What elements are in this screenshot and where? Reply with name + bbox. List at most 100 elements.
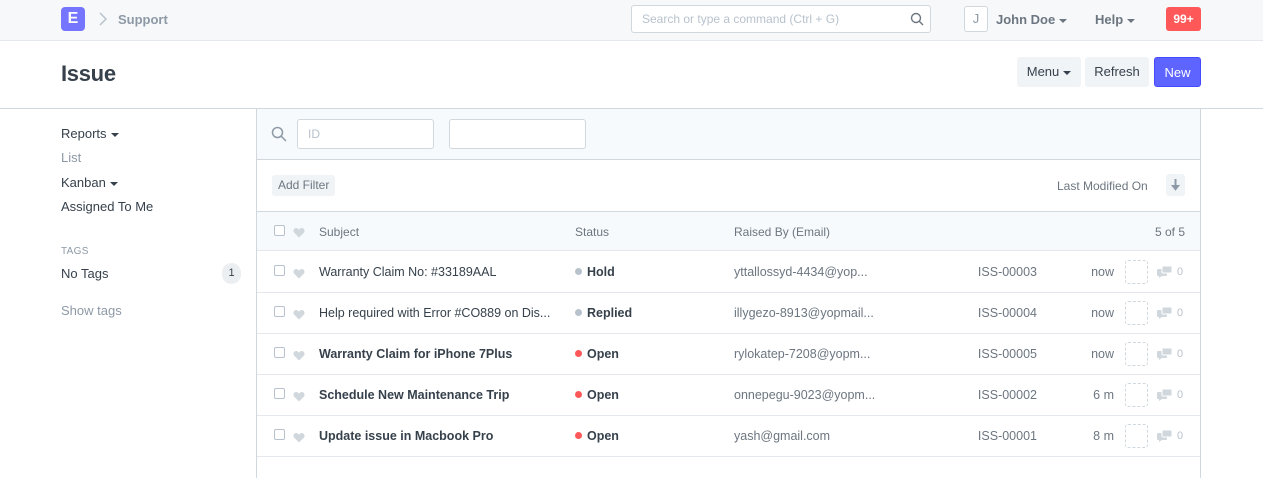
tags-heading: TAGS bbox=[61, 246, 89, 257]
row-subject-link[interactable]: Help required with Error #CO889 on Dis..… bbox=[319, 306, 559, 320]
status-label: Hold bbox=[587, 265, 615, 279]
sidebar-item-label: Kanban bbox=[61, 175, 106, 190]
app-logo[interactable]: E bbox=[61, 7, 85, 31]
row-modified-time: 6 m bbox=[1093, 388, 1114, 402]
page-head: Issue Menu Refresh New bbox=[0, 41, 1263, 109]
row-checkbox[interactable] bbox=[274, 306, 285, 317]
chevron-right-icon bbox=[99, 12, 108, 26]
row-subject-link[interactable]: Schedule New Maintenance Trip bbox=[319, 388, 559, 402]
sidebar-item-assigned-to-me[interactable]: Assigned To Me bbox=[61, 199, 153, 214]
row-issue-id[interactable]: ISS-00004 bbox=[957, 306, 1037, 320]
breadcrumb-support[interactable]: Support bbox=[118, 12, 168, 27]
help-menu[interactable]: Help bbox=[1095, 12, 1136, 27]
id-filter-input[interactable] bbox=[298, 120, 433, 148]
search-icon[interactable] bbox=[910, 12, 924, 26]
show-tags-link[interactable]: Show tags bbox=[61, 303, 122, 318]
row-comment-count: 0 bbox=[1177, 266, 1184, 278]
caret-down-icon bbox=[1063, 70, 1072, 75]
assign-avatar-placeholder[interactable] bbox=[1125, 301, 1148, 325]
sidebar-item-reports[interactable]: Reports bbox=[61, 126, 119, 141]
status-indicator-icon bbox=[575, 309, 582, 317]
column-header-raised-by: Raised By (Email) bbox=[734, 225, 831, 239]
row-comment-count: 0 bbox=[1177, 348, 1184, 360]
sidebar-item-kanban[interactable]: Kanban bbox=[61, 175, 118, 190]
notifications-badge[interactable]: 99+ bbox=[1166, 7, 1201, 31]
row-subject-link[interactable]: Warranty Claim for iPhone 7Plus bbox=[319, 347, 559, 361]
status-label: Open bbox=[587, 388, 619, 402]
comment-icon bbox=[1157, 389, 1173, 401]
caret-down-icon bbox=[1127, 18, 1136, 23]
row-status: Open bbox=[575, 347, 619, 361]
row-issue-id[interactable]: ISS-00002 bbox=[957, 388, 1037, 402]
sort-descending-icon bbox=[1171, 179, 1180, 191]
assign-avatar-placeholder[interactable] bbox=[1125, 342, 1148, 366]
id-filter-field[interactable] bbox=[297, 119, 434, 149]
status-indicator-icon bbox=[575, 391, 582, 399]
row-comment-count: 0 bbox=[1177, 430, 1184, 442]
row-subject-link[interactable]: Warranty Claim No: #33189AAL bbox=[319, 265, 559, 279]
list-panel: Add Filter Last Modified On Subject Stat… bbox=[256, 109, 1201, 478]
search-icon bbox=[271, 126, 287, 142]
user-menu[interactable]: John Doe bbox=[996, 12, 1068, 27]
row-raised-by: yttallossyd-4434@yop... bbox=[734, 265, 868, 279]
sidebar-item-no-tags[interactable]: No Tags bbox=[61, 266, 108, 281]
row-checkbox[interactable] bbox=[274, 347, 285, 358]
row-issue-id[interactable]: ISS-00001 bbox=[957, 429, 1037, 443]
row-status: Hold bbox=[575, 265, 615, 279]
caret-down-icon bbox=[110, 132, 119, 137]
sidebar-item-list[interactable]: List bbox=[61, 150, 81, 165]
heart-icon[interactable] bbox=[293, 391, 305, 402]
select-all-checkbox[interactable] bbox=[274, 225, 285, 236]
row-issue-id[interactable]: ISS-00005 bbox=[957, 347, 1037, 361]
secondary-filter-field[interactable] bbox=[449, 119, 586, 149]
assign-avatar-placeholder[interactable] bbox=[1125, 424, 1148, 448]
status-label: Replied bbox=[587, 306, 633, 320]
menu-button-label: Menu bbox=[1026, 64, 1060, 79]
comment-icon bbox=[1157, 307, 1173, 319]
search-input[interactable] bbox=[632, 6, 902, 32]
list-row[interactable]: Update issue in Macbook Pro Open yash@gmai… bbox=[257, 416, 1200, 457]
refresh-button[interactable]: Refresh bbox=[1085, 57, 1149, 87]
row-modified-time: now bbox=[1091, 347, 1114, 361]
list-row[interactable]: Help required with Error #CO889 on Dis..… bbox=[257, 293, 1200, 334]
status-label: Open bbox=[587, 429, 619, 443]
assign-avatar-placeholder[interactable] bbox=[1125, 383, 1148, 407]
row-comment-count: 0 bbox=[1177, 389, 1184, 401]
filter-bar bbox=[257, 109, 1200, 160]
assign-avatar-placeholder[interactable] bbox=[1125, 260, 1148, 284]
row-issue-id[interactable]: ISS-00003 bbox=[957, 265, 1037, 279]
add-filter-button[interactable]: Add Filter bbox=[272, 175, 336, 196]
list-row[interactable]: Warranty Claim for iPhone 7Plus Open rylok… bbox=[257, 334, 1200, 375]
comment-icon bbox=[1157, 266, 1173, 278]
heart-icon[interactable] bbox=[293, 350, 305, 361]
row-checkbox[interactable] bbox=[274, 429, 285, 440]
row-modified-time: now bbox=[1091, 265, 1114, 279]
tag-count-badge: 1 bbox=[222, 263, 241, 284]
row-subject-link[interactable]: Update issue in Macbook Pro bbox=[319, 429, 559, 443]
avatar[interactable]: J bbox=[964, 6, 988, 32]
heart-icon[interactable] bbox=[293, 227, 305, 238]
row-checkbox[interactable] bbox=[274, 388, 285, 399]
secondary-filter-input[interactable] bbox=[450, 120, 585, 148]
heart-icon[interactable] bbox=[293, 309, 305, 320]
list-row[interactable]: Schedule New Maintenance Trip Open onnepeg… bbox=[257, 375, 1200, 416]
list-count: 5 of 5 bbox=[1154, 225, 1185, 239]
heart-icon[interactable] bbox=[293, 432, 305, 443]
row-modified-time: now bbox=[1091, 306, 1114, 320]
row-status: Open bbox=[575, 388, 619, 402]
row-raised-by: illygezo-8913@yopmail... bbox=[734, 306, 874, 320]
navbar: E Support J John Doe Help 99+ bbox=[0, 0, 1263, 41]
new-button[interactable]: New bbox=[1154, 57, 1201, 87]
heart-icon[interactable] bbox=[293, 268, 305, 279]
row-checkbox[interactable] bbox=[274, 265, 285, 276]
sort-order-button[interactable] bbox=[1166, 174, 1185, 196]
awesome-bar[interactable] bbox=[631, 5, 931, 33]
comment-icon bbox=[1157, 430, 1173, 442]
menu-button[interactable]: Menu bbox=[1017, 57, 1081, 87]
list-row[interactable]: Warranty Claim No: #33189AAL Hold yttallos… bbox=[257, 252, 1200, 293]
caret-down-icon bbox=[1059, 18, 1068, 23]
row-raised-by: onnepegu-9023@yopm... bbox=[734, 388, 876, 402]
page-title: Issue bbox=[61, 61, 116, 86]
sort-selector[interactable]: Last Modified On bbox=[1057, 179, 1148, 193]
row-status: Open bbox=[575, 429, 619, 443]
